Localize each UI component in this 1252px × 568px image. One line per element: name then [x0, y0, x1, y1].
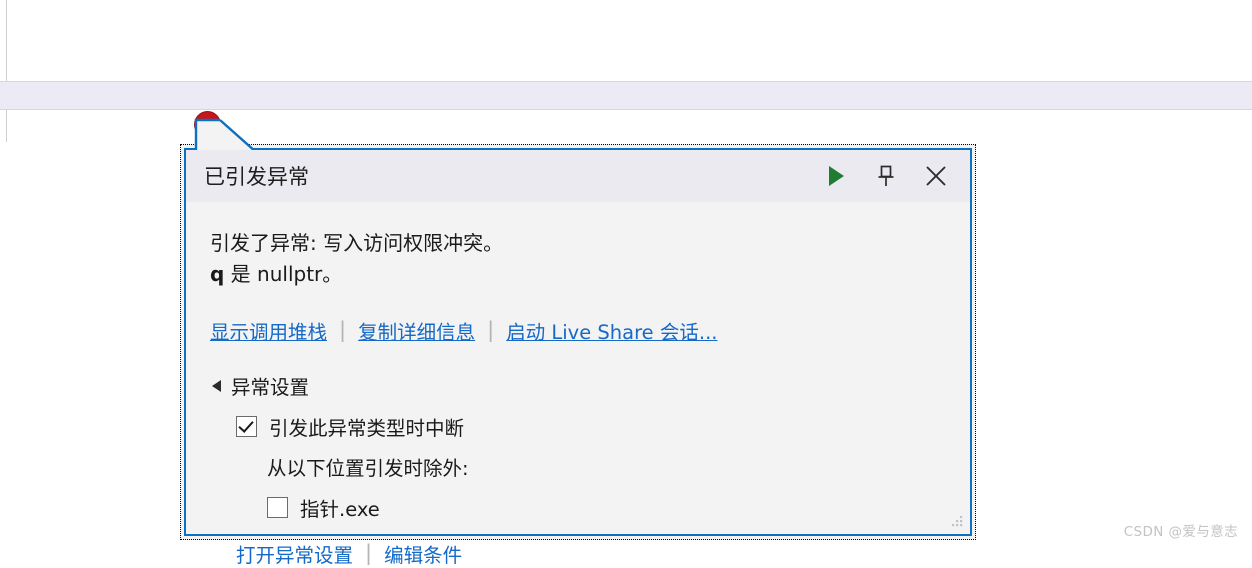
exception-settings-heading: 异常设置 [231, 376, 310, 399]
action-links-row: 显示调用堆栈 | 复制详细信息 | 启动 Live Share 会话... [210, 316, 970, 345]
link-separator: | [365, 541, 373, 565]
exception-popup-body: 引发了异常: 写入访问权限冲突。 q 是 nullptr。 显示调用堆栈 | 复… [186, 202, 970, 568]
exception-popup-inner: 已引发异常 引发了异常: 写入访问权限冲突。 q 是 nullptr。 显示调用… [184, 118, 972, 567]
exception-settings-block: 异常设置 引发此异常类型时中断 从以下位置引发时除外: 指针.exe 打开异常设… [210, 371, 970, 568]
settings-links-row: 打开异常设置 | 编辑条件 [236, 539, 970, 568]
module-exclusion-checkbox[interactable] [267, 497, 288, 518]
code-line[interactable]: int * q = NULL; [0, 54, 1252, 81]
break-on-exception-checkbox[interactable] [236, 416, 257, 437]
module-exclusion-option[interactable]: 指针.exe [267, 493, 970, 522]
header-button-group [822, 162, 956, 190]
exception-message-rest: 是 nullptr。 [224, 262, 343, 286]
open-exception-settings-link[interactable]: 打开异常设置 [236, 539, 353, 568]
exception-variable-name: q [210, 262, 225, 286]
exception-message-line-1: 引发了异常: 写入访问权限冲突。 [210, 231, 504, 255]
link-separator: | [487, 318, 495, 342]
continue-button[interactable] [822, 162, 850, 190]
break-on-exception-option[interactable]: 引发此异常类型时中断 [236, 412, 970, 441]
play-triangle-icon [829, 166, 844, 186]
show-call-stack-link[interactable]: 显示调用堆栈 [210, 316, 327, 345]
except-when-thrown-from-label: 从以下位置引发时除外: [267, 457, 469, 480]
module-exclusion-label: 指针.exe [300, 498, 380, 521]
csdn-watermark: CSDN @爱与意志 [1123, 524, 1238, 540]
close-icon [926, 166, 946, 186]
break-on-exception-label: 引发此异常类型时中断 [269, 417, 465, 440]
callout-tail-icon [194, 118, 257, 153]
link-separator: | [339, 318, 347, 342]
code-line[interactable]: //4.空指针 [0, 0, 1252, 27]
exception-settings-toggle[interactable]: 异常设置 [210, 371, 970, 400]
exception-message-line-2: q 是 nullptr。 [210, 259, 970, 290]
code-line[interactable]: //用于给指针变量进行初始化，空指针不可以进行访问（0~255之间的内存编号是系… [0, 27, 1252, 54]
code-text-area[interactable]: //4.空指针 //用于给指针变量进行初始化，空指针不可以进行访问（0~255之… [0, 0, 1252, 110]
exception-popup-header: 已引发异常 [186, 150, 970, 202]
exception-popup-title: 已引发异常 [204, 165, 309, 189]
code-line-current[interactable]: *q = 100; [0, 81, 1252, 110]
copy-details-link[interactable]: 复制详细信息 [358, 316, 475, 345]
collapse-triangle-icon [212, 379, 221, 392]
close-button[interactable] [922, 162, 950, 190]
pin-button[interactable] [872, 162, 900, 190]
edit-conditions-link[interactable]: 编辑条件 [384, 539, 462, 568]
exception-popup[interactable]: 已引发异常 引发了异常: 写入访问权限冲突。 q 是 nullptr。 显示调用… [180, 118, 976, 567]
start-live-share-link[interactable]: 启动 Live Share 会话... [506, 316, 717, 345]
pin-icon [878, 165, 894, 186]
resize-grip-icon[interactable] [948, 512, 964, 528]
